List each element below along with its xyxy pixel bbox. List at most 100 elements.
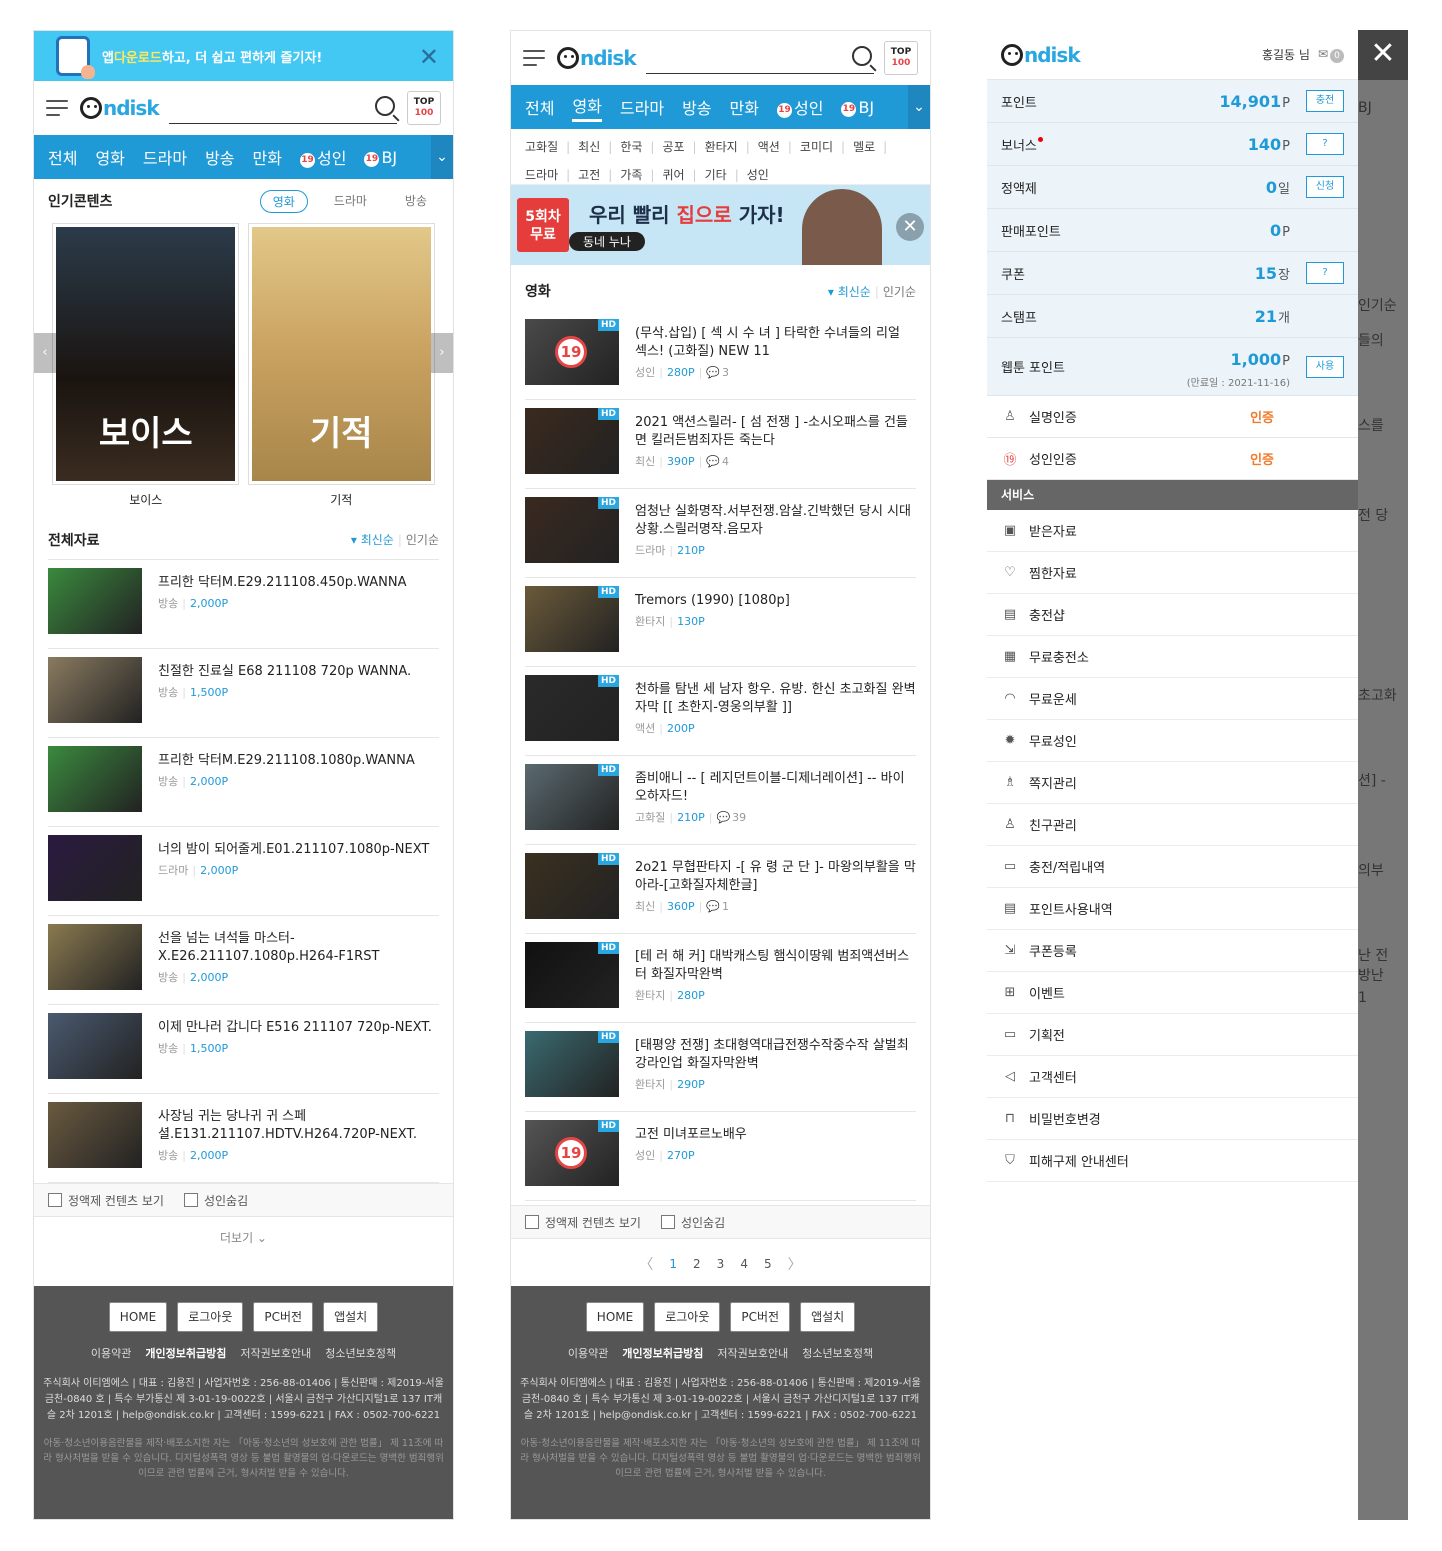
chevron-right-icon[interactable]: › bbox=[431, 333, 453, 373]
sort-newest[interactable]: ▾ 최신순 bbox=[351, 533, 394, 547]
genre-link[interactable]: 액션 bbox=[758, 140, 780, 154]
service-item[interactable]: ♡ 찜한자료 bbox=[987, 552, 1358, 594]
genre-link[interactable]: 한국 bbox=[620, 140, 642, 154]
sort-popular[interactable]: 인기순 bbox=[406, 533, 439, 547]
nav-bj[interactable]: 19 BJ bbox=[364, 148, 397, 167]
list-item[interactable]: HD [태평양 전쟁] 초대형역대급전쟁수작중수작 살벌최강라인업 화질자막완벽 환… bbox=[525, 1023, 916, 1112]
genre-link[interactable]: 최신 bbox=[578, 140, 600, 154]
list-item[interactable]: 프리한 닥터M.E29.211108.450p.WANNA 방송 | 2,000P bbox=[48, 560, 439, 649]
service-item[interactable]: ✹ 무료성인 bbox=[987, 720, 1358, 762]
poster-card[interactable]: 보이스 보이스 bbox=[52, 223, 240, 508]
list-item[interactable]: HD 엄청난 실화명작.서부전쟁.암살.긴박했던 당시 시대상황.스릴러명작.음모… bbox=[525, 489, 916, 578]
search-icon[interactable] bbox=[375, 96, 395, 116]
list-item[interactable]: 친절한 진료실 E68 211108 720p WANNA. 방송 | 1,500P bbox=[48, 649, 439, 738]
page-link[interactable]: 2 bbox=[693, 1257, 701, 1271]
tab-drama[interactable]: 드라마 bbox=[322, 190, 379, 213]
service-item[interactable]: ▤ 포인트사용내역 bbox=[987, 888, 1358, 930]
search-input[interactable] bbox=[645, 42, 874, 73]
list-item[interactable]: HD 2021 액션스릴러- [ 섬 전쟁 ] -소시오패스를 건들면 킬러든범죄… bbox=[525, 400, 916, 489]
service-item[interactable]: ♗ 쪽지관리 bbox=[987, 762, 1358, 804]
list-item[interactable]: HD 좀비애니 -- [ 레지던트이블-디제너레이션] -- 바이오하자드! 고화질… bbox=[525, 756, 916, 845]
footer-button[interactable]: 로그아웃 bbox=[177, 1302, 244, 1332]
ad-banner[interactable]: 5회차 무료 우리 빨리 집으로 가자! 동네 누나 ✕ bbox=[511, 185, 930, 265]
point-action-button[interactable]: 신청 bbox=[1306, 176, 1344, 198]
point-action-button[interactable]: 충전 bbox=[1306, 90, 1344, 112]
logo[interactable]: ndisk bbox=[80, 96, 160, 120]
footer-button[interactable]: HOME bbox=[585, 1302, 645, 1332]
page-link[interactable]: 5 bbox=[764, 1257, 772, 1271]
app-download-banner[interactable]: 앱 다운로드 하고, 더 쉽고 편하게 즐기자! ✕ bbox=[34, 31, 453, 81]
tab-broadcast[interactable]: 방송 bbox=[393, 190, 439, 213]
top100-button[interactable]: TOP 100 bbox=[884, 41, 918, 75]
footer-link[interactable]: 청소년보호정책 bbox=[325, 1347, 396, 1360]
service-item[interactable]: ⊞ 이벤트 bbox=[987, 972, 1358, 1014]
footer-link[interactable]: 청소년보호정책 bbox=[802, 1347, 873, 1360]
more-button[interactable]: 더보기 ⌄ bbox=[34, 1217, 453, 1259]
list-item[interactable]: HD 천하를 탐낸 세 남자 항우. 유방. 한신 초고화질 완벽자막 [[ 초한… bbox=[525, 667, 916, 756]
nav-comic[interactable]: 만화 bbox=[730, 95, 759, 119]
nav-comic[interactable]: 만화 bbox=[253, 145, 282, 169]
dimmed-background[interactable]: BJ 인기순 들의 스를 전 당 초고화 션] - 의부 난 전 방난 1 bbox=[1358, 30, 1408, 1520]
chevron-left-icon[interactable]: ‹ bbox=[34, 333, 56, 373]
list-item[interactable]: 너의 밤이 되어줄게.E01.211107.1080p-NEXT 드라마 | 2,00… bbox=[48, 827, 439, 916]
genre-link[interactable]: 고화질 bbox=[525, 140, 558, 154]
chevron-down-icon[interactable]: ⌄ bbox=[431, 135, 453, 179]
nav-all[interactable]: 전체 bbox=[48, 145, 77, 169]
genre-link[interactable]: 기타 bbox=[705, 168, 727, 182]
list-item[interactable]: 사장님 귀는 당나귀 귀 스페셜.E131.211107.HDTV.H264.7… bbox=[48, 1094, 439, 1183]
nav-broadcast[interactable]: 방송 bbox=[205, 145, 234, 169]
footer-button[interactable]: 앱설치 bbox=[800, 1302, 856, 1332]
nav-adult[interactable]: 19 성인 bbox=[776, 95, 823, 119]
list-item[interactable]: HD 19 고전 미녀포르노배우 성인 | 270P bbox=[525, 1112, 916, 1201]
search-input[interactable] bbox=[168, 92, 397, 123]
genre-link[interactable]: 드라마 bbox=[525, 168, 558, 182]
genre-link[interactable]: 가족 bbox=[620, 168, 642, 182]
service-item[interactable]: ♙ 친구관리 bbox=[987, 804, 1358, 846]
point-action-button[interactable]: ? bbox=[1306, 262, 1344, 284]
search-icon[interactable] bbox=[852, 46, 872, 66]
chevron-down-icon[interactable]: ⌄ bbox=[908, 85, 930, 129]
point-action-button[interactable]: ? bbox=[1306, 133, 1344, 155]
service-item[interactable]: ▦ 무료충전소 bbox=[987, 636, 1358, 678]
cert-row[interactable]: ♙ 실명인증 인증 bbox=[987, 396, 1358, 438]
service-item[interactable]: ⇲ 쿠폰등록 bbox=[987, 930, 1358, 972]
list-item[interactable]: 프리한 닥터M.E29.211108.1080p.WANNA 방송 | 2,000P bbox=[48, 738, 439, 827]
sort-newest[interactable]: ▾ 최신순 bbox=[828, 285, 871, 299]
service-item[interactable]: ▭ 기획전 bbox=[987, 1014, 1358, 1056]
use-button[interactable]: 사용 bbox=[1306, 355, 1344, 378]
ad-close-icon[interactable]: ✕ bbox=[896, 213, 924, 241]
service-item[interactable]: ▭ 충전/적립내역 bbox=[987, 846, 1358, 888]
footer-link[interactable]: 저작권보호안내 bbox=[240, 1347, 311, 1360]
nav-drama[interactable]: 드라마 bbox=[143, 145, 187, 169]
hide-adult-checkbox[interactable]: 성인숨김 bbox=[183, 1192, 248, 1209]
footer-link[interactable]: 저작권보호안내 bbox=[717, 1347, 788, 1360]
flat-rate-checkbox[interactable]: 정액제 컨텐츠 보기 bbox=[48, 1192, 164, 1209]
page-link[interactable]: 3 bbox=[717, 1257, 725, 1271]
nav-drama[interactable]: 드라마 bbox=[620, 95, 664, 119]
genre-link[interactable]: 환타지 bbox=[705, 140, 738, 154]
footer-button[interactable]: HOME bbox=[108, 1302, 168, 1332]
genre-link[interactable]: 퀴어 bbox=[662, 168, 684, 182]
list-item[interactable]: HD Tremors (1990) [1080p] 환타지 | 130P bbox=[525, 578, 916, 667]
footer-link[interactable]: 개인정보취급방침 bbox=[622, 1347, 703, 1360]
genre-link[interactable]: 고전 bbox=[578, 168, 600, 182]
footer-link[interactable]: 개인정보취급방침 bbox=[145, 1347, 226, 1360]
logo[interactable]: ndisk bbox=[557, 46, 637, 70]
footer-button[interactable]: PC버전 bbox=[253, 1302, 314, 1332]
tab-movie[interactable]: 영화 bbox=[259, 189, 308, 213]
hide-adult-checkbox[interactable]: 성인숨김 bbox=[660, 1214, 725, 1231]
nav-movie[interactable]: 영화 bbox=[572, 93, 602, 122]
service-item[interactable]: ▣ 받은자료 bbox=[987, 510, 1358, 552]
logo[interactable]: ndisk bbox=[1001, 43, 1081, 67]
list-item[interactable]: 이제 만나러 갑니다 E516 211107 720p-NEXT. 방송 | 1,50… bbox=[48, 1005, 439, 1094]
nav-bj[interactable]: 19 BJ bbox=[841, 98, 874, 117]
nav-broadcast[interactable]: 방송 bbox=[682, 95, 711, 119]
footer-button[interactable]: 앱설치 bbox=[323, 1302, 379, 1332]
next-page-icon[interactable]: 〉 bbox=[788, 1254, 802, 1274]
footer-link[interactable]: 이용약관 bbox=[568, 1347, 608, 1360]
genre-link[interactable]: 공포 bbox=[662, 140, 684, 154]
prev-page-icon[interactable]: 〈 bbox=[639, 1254, 653, 1274]
service-item[interactable]: ◠ 무료운세 bbox=[987, 678, 1358, 720]
list-item[interactable]: HD 2o21 무협판타지 -[ 유 령 군 단 ]- 마왕의부활을 막아라-[고… bbox=[525, 845, 916, 934]
footer-button[interactable]: 로그아웃 bbox=[654, 1302, 721, 1332]
